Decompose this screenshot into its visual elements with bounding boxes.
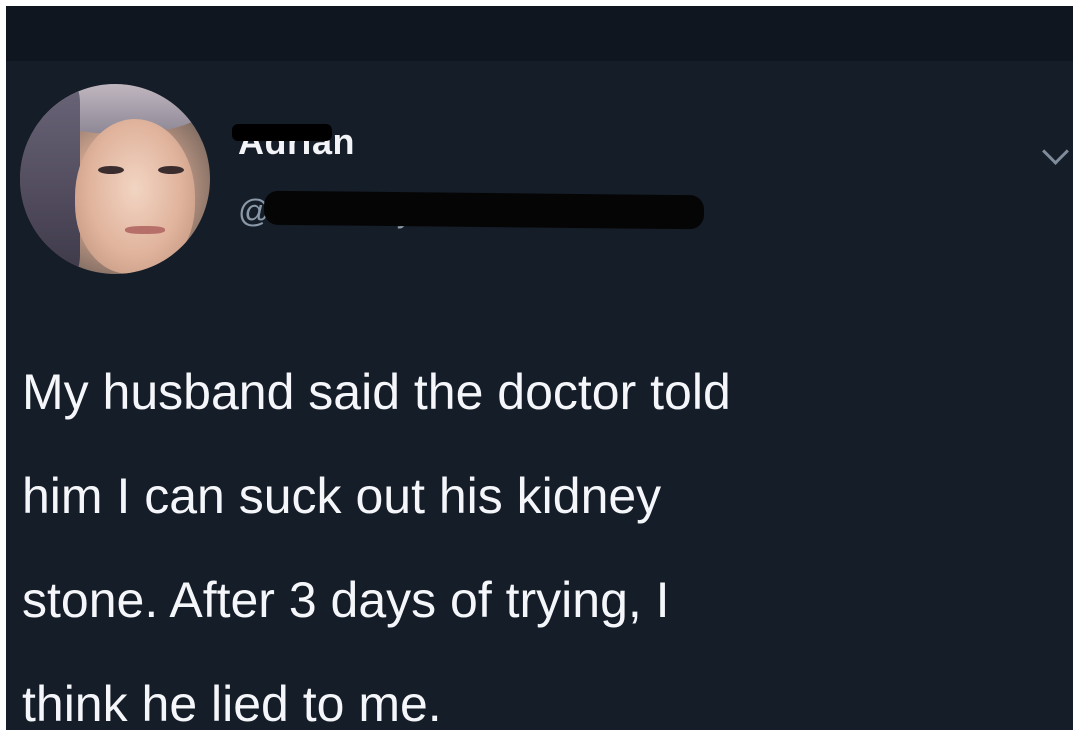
top-bar <box>6 6 1073 61</box>
tweet-text-line: him I can suck out his kidney <box>22 468 662 524</box>
tweet-card: Adrian @adri…ality My husband said the d… <box>6 6 1073 730</box>
chevron-down-icon[interactable] <box>1042 138 1069 165</box>
tweet-text: My husband said the doctor told him I ca… <box>22 340 1067 730</box>
avatar[interactable] <box>20 84 210 274</box>
avatar-mouth <box>125 226 165 234</box>
tweet-text-line: stone. After 3 days of trying, I <box>22 572 670 628</box>
tweet-text-line: My husband said the doctor told <box>22 364 731 420</box>
avatar-face <box>75 119 195 274</box>
handle-redaction-mark <box>263 190 705 230</box>
avatar-hair-side <box>20 84 80 274</box>
avatar-eye-left <box>98 166 124 174</box>
name-redaction-mark <box>232 124 332 141</box>
tweet-text-line: think he lied to me. <box>22 676 442 730</box>
avatar-eye-right <box>158 166 184 174</box>
